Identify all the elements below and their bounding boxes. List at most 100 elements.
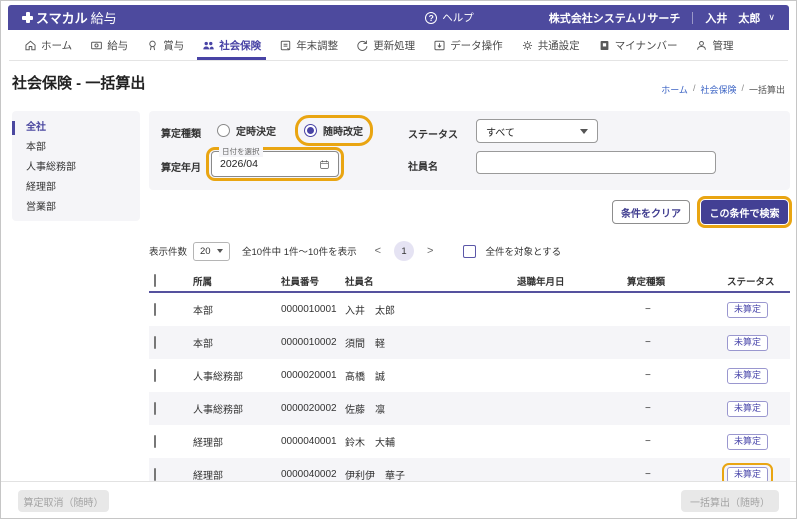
date-field-floating-label: 日付を選択 (219, 146, 263, 157)
calc-type-radio-group: 定時決定 随時改定 (217, 123, 363, 138)
nav-item-bonus[interactable]: 賞与 (137, 30, 193, 60)
table-header-row: 所属 社員番号 社員名 退職年月日 算定種類 ステータス (149, 270, 790, 293)
user-menu[interactable]: 入井 太郎 ∨ (705, 10, 775, 26)
row-checkbox[interactable] (154, 369, 156, 382)
chevron-down-icon: ∨ (768, 12, 775, 23)
search-button[interactable]: この条件で検索 (701, 200, 788, 224)
calc-cancel-button[interactable]: 算定取消（随時） (18, 490, 109, 512)
breadcrumb-current: 一括算出 (749, 83, 785, 96)
table-row: 人事総務部 0000020002 佐藤 凛 − 未算定 (149, 392, 790, 425)
data-operation-icon (433, 39, 446, 52)
bulk-calc-button[interactable]: 一括算出（随時） (681, 490, 779, 512)
company-name: 株式会社システムリサーチ (549, 10, 681, 26)
app-bar-right: ? ヘルプ 株式会社システムリサーチ 入井 太郎 ∨ (425, 10, 775, 26)
employee-name-label: 社員名 (408, 158, 438, 173)
nav-item-admin[interactable]: 管理 (686, 30, 742, 60)
nav-item-data-operation[interactable]: データ操作 (424, 30, 512, 60)
page-title: 社会保険 - 一括算出 (12, 72, 145, 93)
employee-table: 所属 社員番号 社員名 退職年月日 算定種類 ステータス 本部 00000100… (149, 270, 790, 491)
caret-down-icon (580, 129, 588, 134)
status-badge[interactable]: 未算定 (727, 302, 768, 318)
bonus-icon (146, 39, 159, 52)
year-end-adjustment-icon (279, 39, 292, 52)
result-range-text: 全10件中 1件〜10件を表示 (242, 244, 357, 258)
help-button[interactable]: ? ヘルプ (425, 10, 474, 25)
calc-type-label: 算定種類 (161, 125, 201, 140)
sidebar-item-jinji-somu[interactable]: 人事総務部 (12, 158, 140, 178)
status-badge[interactable]: 未算定 (727, 335, 768, 351)
status-badge[interactable]: 未算定 (727, 434, 768, 450)
calc-month-input[interactable]: 日付を選択 2026/04 (211, 151, 339, 177)
radio-circle-icon (217, 124, 230, 137)
header-name: 社員名 (341, 274, 509, 288)
nav-item-common-settings[interactable]: 共通設定 (512, 30, 589, 60)
breadcrumb: ホーム / 社会保険 / 一括算出 (661, 83, 785, 96)
status-select-value: すべて (486, 124, 515, 139)
nav-item-social-insurance[interactable]: 社会保険 (193, 30, 270, 60)
status-badge[interactable]: 未算定 (727, 368, 768, 384)
calendar-icon[interactable] (319, 159, 330, 170)
list-controls: 表示件数 20 全10件中 1件〜10件を表示 < 1 > 全件を対象とする (149, 240, 788, 262)
row-checkbox[interactable] (154, 468, 156, 481)
appbar-divider (692, 12, 693, 24)
my-number-card-icon (598, 39, 611, 52)
sidebar-item-honbu[interactable]: 本部 (12, 138, 140, 158)
sidebar-item-eigyo[interactable]: 営業部 (12, 198, 140, 218)
caret-down-icon (217, 249, 223, 253)
breadcrumb-separator: / (693, 83, 696, 96)
user-name: 入井 太郎 (705, 10, 760, 26)
row-checkbox[interactable] (154, 336, 156, 349)
nav-item-payroll[interactable]: 給与 (81, 30, 137, 60)
breadcrumb-home[interactable]: ホーム (661, 83, 688, 96)
status-badge[interactable]: 未算定 (727, 401, 768, 417)
logo-plus-icon (22, 12, 33, 23)
pagination-page-1[interactable]: 1 (394, 241, 414, 261)
table-row: 人事総務部 0000020001 髙橋 誠 − 未算定 (149, 359, 790, 392)
header-status: ステータス (721, 274, 790, 288)
employee-name-input[interactable] (476, 151, 716, 174)
sidebar-item-all-company[interactable]: 全社 (12, 118, 140, 138)
nav-item-update-process[interactable]: 更新処理 (347, 30, 424, 60)
select-all-label: 全件を対象とする (485, 244, 561, 258)
breadcrumb-social-insurance[interactable]: 社会保険 (700, 83, 736, 96)
app-logo: スマカル 給与 (22, 8, 117, 27)
department-sidebar: 全社 本部 人事総務部 経理部 営業部 (12, 111, 140, 221)
breadcrumb-separator: / (741, 83, 744, 96)
sidebar-item-keiri[interactable]: 経理部 (12, 178, 140, 198)
radio-teiji-kettei[interactable]: 定時決定 (217, 123, 276, 138)
radio-zuiji-kaitei[interactable]: 随時改定 (304, 123, 363, 138)
header-dept: 所属 (185, 274, 281, 288)
nav-item-year-end[interactable]: 年末調整 (270, 30, 347, 60)
row-checkbox[interactable] (154, 303, 156, 316)
clear-conditions-button[interactable]: 条件をクリア (612, 200, 690, 224)
help-icon: ? (425, 12, 437, 24)
app-bar: スマカル 給与 ? ヘルプ 株式会社システムリサーチ 入井 太郎 ∨ (8, 5, 789, 30)
nav-item-home[interactable]: ホーム (15, 30, 81, 60)
refresh-icon (356, 39, 369, 52)
pagination-prev-icon[interactable]: < (375, 245, 381, 257)
select-all-control: 全件を対象とする (463, 244, 561, 258)
payroll-icon (90, 39, 103, 52)
pagination-next-icon[interactable]: > (427, 245, 433, 257)
page-size-select[interactable]: 20 (193, 242, 230, 261)
select-all-checkbox[interactable] (463, 245, 476, 258)
admin-person-icon (695, 39, 708, 52)
header-emp-no: 社員番号 (281, 274, 341, 288)
row-checkbox[interactable] (154, 435, 156, 448)
footer-action-bar: 算定取消（随時） 一括算出（随時） (1, 481, 796, 518)
header-calc-type: 算定種類 (619, 274, 721, 288)
row-checkbox[interactable] (154, 402, 156, 415)
status-select[interactable]: すべて (476, 119, 598, 143)
table-row: 経理部 0000040001 鈴木 大輔 − 未算定 (149, 425, 790, 458)
date-field-value: 2026/04 (220, 158, 258, 170)
table-row: 本部 0000010001 入井 太郎 − 未算定 (149, 293, 790, 326)
nav-item-my-number[interactable]: マイナンバー (589, 30, 687, 60)
help-label: ヘルプ (442, 10, 474, 25)
app-window: スマカル 給与 ? ヘルプ 株式会社システムリサーチ 入井 太郎 ∨ ホーム 給… (0, 0, 797, 519)
header-checkbox[interactable] (154, 274, 156, 287)
table-row: 本部 0000010002 須間 軽 − 未算定 (149, 326, 790, 359)
table-body: 本部 0000010001 入井 太郎 − 未算定 本部 0000010002 … (149, 293, 790, 491)
radio-circle-icon (304, 124, 317, 137)
header-retire-date: 退職年月日 (509, 274, 619, 288)
logo-brand-text: スマカル (36, 8, 88, 27)
